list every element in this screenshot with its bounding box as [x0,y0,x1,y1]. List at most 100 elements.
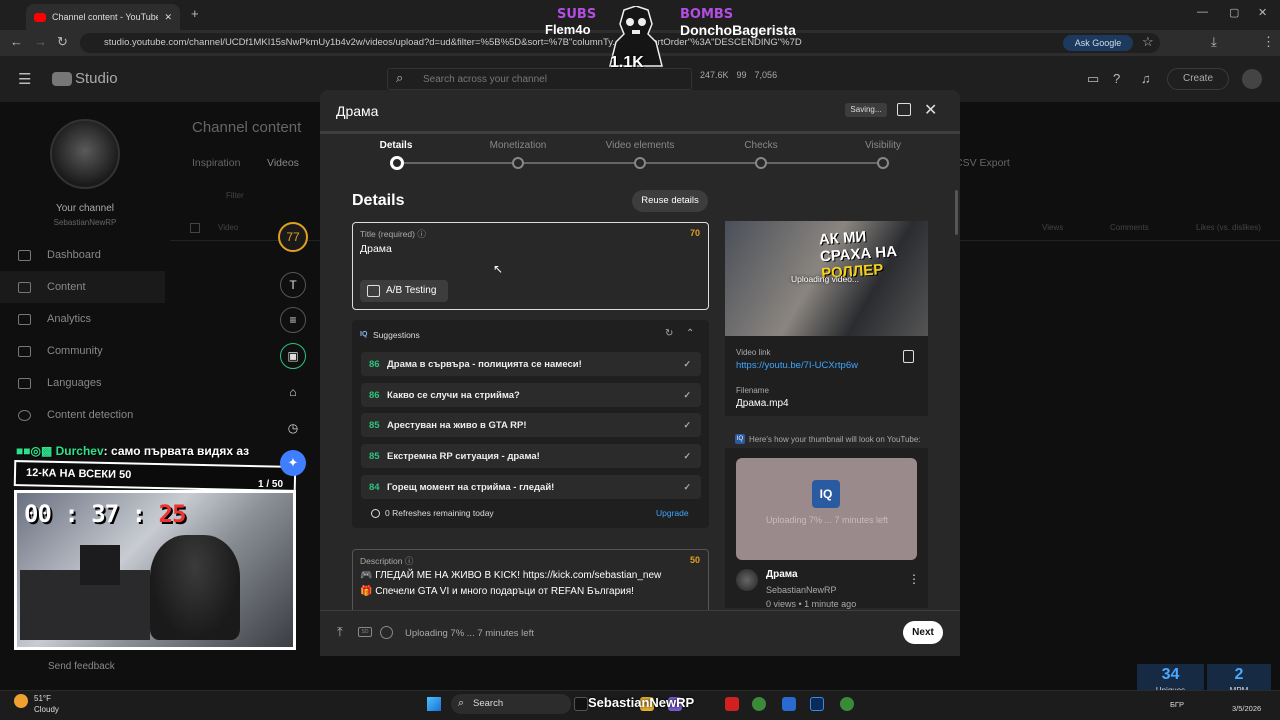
content-detection-icon [18,409,31,421]
minimize-icon[interactable]: — [1197,6,1208,18]
title-value[interactable]: Драма [360,243,392,255]
more-options-icon[interactable]: ⋮ [908,572,920,586]
photoshop-app-icon[interactable] [810,697,824,711]
bookmark-star-icon[interactable]: ☆ [1142,34,1154,50]
description-char-count: 50 [690,555,701,565]
title-tool-icon[interactable]: T [280,272,306,298]
collapse-icon[interactable]: ⌃ [686,328,694,339]
tab-videos[interactable]: Videos [267,157,299,169]
check-icon[interactable]: ✓ [683,359,691,370]
clock-date[interactable]: 3/5/2026 [1232,704,1261,713]
chat-message: ■■◎▩ Durchev: само първата видях аз [16,444,249,458]
feedback-icon[interactable] [897,103,911,116]
step-checks[interactable]: Checks [711,140,811,151]
ai-sparkle-icon[interactable]: ✦ [280,450,306,476]
sidebar-item-dashboard[interactable]: Dashboard [18,249,101,261]
history-tool-icon[interactable]: ◷ [280,415,306,441]
thumbnail-tool-icon[interactable]: ▣ [280,343,306,369]
chrome-app-icon[interactable] [752,697,766,711]
suggestion-item[interactable]: 86 Драма в сървъра - полицията се намеси!… [361,352,701,376]
check-icon[interactable]: ✓ [683,420,691,431]
help-icon[interactable]: ? [1113,71,1120,86]
description-line[interactable]: 🎁 Спечели GTA VI и много подаръци от REF… [360,586,634,597]
step-dot-active[interactable] [390,156,404,170]
refresh-icon[interactable]: ↻ [665,328,673,339]
csv-export-link[interactable]: CSV Export [955,157,1010,169]
hamburger-menu-icon[interactable]: ☰ [18,70,31,88]
start-button-icon[interactable] [427,697,441,711]
app-icon[interactable] [725,697,739,711]
forward-icon[interactable]: → [34,34,47,49]
app-icon[interactable] [782,697,796,711]
chrome-app-icon[interactable] [840,697,854,711]
browser-tab[interactable]: Channel content - YouTube Stu ✕ [26,4,180,30]
description-tool-icon[interactable]: ≡ [280,307,306,333]
download-icon[interactable]: ⤓ [1211,34,1217,50]
create-button[interactable]: Create [1167,68,1229,90]
account-avatar[interactable] [1242,69,1262,89]
streamer-name-overlay: SebastianNewRP [588,695,695,710]
step-dot[interactable] [877,157,889,169]
notifications-icon[interactable]: ♫ [1141,71,1151,86]
check-icon[interactable]: ✓ [683,390,691,401]
copy-icon[interactable] [903,350,914,363]
dialog-scrollbar[interactable] [955,190,958,235]
sidebar-item-label: Analytics [47,313,92,325]
next-button[interactable]: Next [903,621,943,644]
tiktok-app-icon[interactable] [574,697,588,711]
tab-close-icon[interactable]: ✕ [164,12,172,23]
analytics-icon [18,313,31,325]
taskbar-search[interactable]: Search [451,694,571,714]
suggestion-item[interactable]: 86 Какво се случи на стрийма? ✓ [361,383,701,407]
suggestion-item[interactable]: 84 Горещ момент на стрийма - гледай! ✓ [361,475,701,499]
refreshes-remaining: 0 Refreshes remaining today [371,508,494,518]
sidebar-item-content-detection[interactable]: Content detection [18,409,133,421]
language-indicator[interactable]: БГР [1170,700,1184,709]
check-icon[interactable]: ✓ [683,451,691,462]
studio-logo[interactable]: Studio [52,70,118,87]
step-visibility[interactable]: Visibility [833,140,933,151]
step-dot[interactable] [755,157,767,169]
tags-tool-icon[interactable]: ⌂ [280,379,306,405]
reload-icon[interactable]: ↻ [57,34,68,50]
new-tab-icon[interactable]: + [191,6,199,21]
subs-label: SUBS [557,7,597,22]
back-icon[interactable]: ← [10,34,23,49]
reuse-details-button[interactable]: Reuse details [632,190,708,212]
your-channel-label: Your channel [55,203,114,214]
send-feedback-link[interactable]: Send feedback [48,661,115,672]
dialog-close-icon[interactable]: ✕ [924,100,937,120]
help-icon[interactable]: ⓘ [417,229,426,239]
bombs-name: DonchoBagerista [680,22,796,38]
filter-input[interactable]: Filter [226,191,244,200]
sidebar-item-content[interactable]: Content [18,281,86,293]
sidebar-item-community[interactable]: Community [18,345,103,357]
select-all-checkbox[interactable] [190,223,200,233]
sidebar-item-analytics[interactable]: Analytics [18,313,91,325]
messages-icon[interactable]: ▭ [1087,71,1099,87]
window-close-icon[interactable]: ✕ [1258,6,1267,19]
weather-desc: Cloudy [34,705,59,714]
help-icon[interactable]: ⓘ [405,556,414,566]
check-icon[interactable]: ✓ [683,482,691,493]
description-line[interactable]: 🎮 ГЛЕДАЙ МЕ НА ЖИВО В KICK! https://kick… [360,570,661,581]
browser-menu-icon[interactable]: ⋮ [1262,34,1275,50]
maximize-icon[interactable]: ▢ [1229,6,1239,19]
channel-avatar[interactable] [50,119,120,189]
webcam-pc-shape [80,545,120,585]
sidebar-item-languages[interactable]: Languages [18,377,101,389]
saving-badge: Saving... [845,103,887,117]
step-dot[interactable] [634,157,646,169]
video-link[interactable]: https://youtu.be/7I-UCXrtp6w [736,360,858,371]
step-details[interactable]: Details [346,140,446,151]
suggestion-item[interactable]: 85 Арестуван на живо в GTA RP! ✓ [361,413,701,437]
tab-inspiration[interactable]: Inspiration [192,157,240,169]
weather-widget[interactable]: 51°F Cloudy [34,693,59,715]
step-dot[interactable] [512,157,524,169]
score-badge[interactable]: 77 [278,222,308,252]
step-video-elements[interactable]: Video elements [590,140,690,151]
upgrade-link[interactable]: Upgrade [656,508,689,518]
suggestion-item[interactable]: 85 Екстремна RP ситуация - драма! ✓ [361,444,701,468]
ask-google-button[interactable]: Ask Google [1063,35,1133,51]
step-monetization[interactable]: Monetization [468,140,568,151]
